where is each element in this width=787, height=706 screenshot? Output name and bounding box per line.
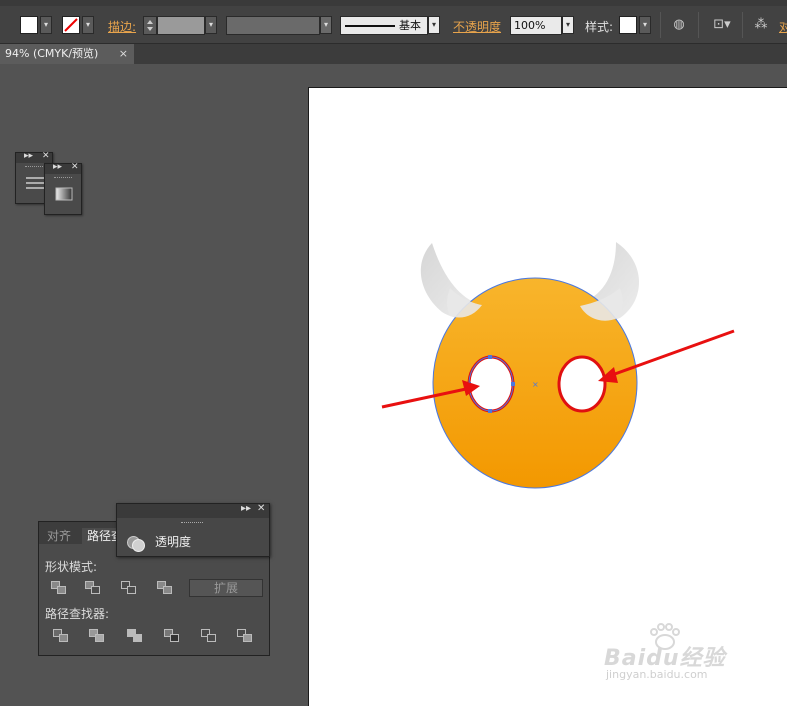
stroke-weight-spinner[interactable] (143, 16, 157, 35)
unite-button[interactable] (51, 581, 67, 595)
stroke-swatch[interactable] (62, 16, 80, 34)
collapsed-panel-gradient[interactable]: ▸▸ ✕ (44, 162, 82, 215)
recolor-artwork-icon[interactable]: ◍ (670, 16, 688, 34)
shape-modes-label: 形状模式: (45, 560, 98, 574)
variable-width-field[interactable] (226, 16, 320, 35)
tab-align[interactable]: 对齐 (42, 528, 76, 544)
brush-value: 基本 (399, 19, 421, 32)
separator (742, 12, 743, 38)
transparency-panel: ▸▸ ✕ 透明度 (116, 503, 270, 557)
expand-panel-icon[interactable]: ▸▸ (241, 503, 251, 514)
minus-back-button[interactable] (237, 629, 253, 643)
panel-header: ▸▸ ✕ (16, 151, 52, 163)
stroke-weight-dropdown-icon[interactable]: ▾ (205, 16, 217, 34)
exclude-button[interactable] (157, 581, 173, 595)
brush-dropdown-icon[interactable]: ▾ (428, 16, 440, 34)
artboard[interactable] (308, 87, 787, 706)
stroke-label[interactable]: 描边: (108, 18, 136, 35)
separator (698, 12, 699, 38)
grip-icon[interactable] (181, 522, 203, 524)
transparency-icon (127, 535, 145, 552)
menu-strip (0, 0, 787, 6)
close-tab-icon[interactable]: × (119, 44, 128, 64)
align-label-cut[interactable]: 对 (779, 18, 787, 35)
panel-header: ▸▸ ✕ (117, 503, 269, 518)
opacity-label[interactable]: 不透明度 (453, 18, 501, 35)
grip-icon[interactable] (25, 166, 43, 168)
intersect-button[interactable] (121, 581, 137, 595)
document-tab-bar: 94% (CMYK/预览) × (0, 44, 787, 64)
watermark-url: jingyan.baidu.com (606, 668, 708, 681)
brush-field[interactable]: 基本 (340, 16, 428, 35)
divide-button[interactable] (53, 629, 69, 643)
document-tab[interactable]: 94% (CMYK/预览) × (0, 44, 134, 64)
stroke-weight-field[interactable] (157, 16, 205, 35)
align-grid-icon[interactable]: ⁂ (752, 16, 770, 34)
close-panel-icon[interactable]: ✕ (42, 151, 50, 161)
pathfinders-label: 路径查找器: (45, 607, 110, 621)
graphic-style-dropdown-icon[interactable]: ▾ (639, 16, 651, 34)
stroke-dropdown-icon[interactable]: ▾ (82, 16, 94, 34)
expand-button[interactable]: 扩展 (189, 579, 263, 597)
fill-dropdown-icon[interactable]: ▾ (40, 16, 52, 34)
transparency-panel-button[interactable]: 透明度 (127, 532, 191, 552)
graphic-style-swatch[interactable] (619, 16, 637, 34)
fill-swatch[interactable] (20, 16, 38, 34)
opacity-field[interactable]: 100% (510, 16, 562, 35)
minus-front-button[interactable] (85, 581, 101, 595)
transparency-label: 透明度 (155, 535, 192, 549)
grip-icon[interactable] (54, 177, 72, 179)
document-tab-title: 94% (CMYK/预览) (5, 47, 99, 60)
crop-button[interactable] (164, 629, 180, 643)
no-stroke-icon (64, 18, 78, 32)
trim-button[interactable] (89, 629, 105, 643)
style-label: 样式: (585, 20, 614, 34)
opacity-dropdown-icon[interactable]: ▾ (562, 16, 574, 34)
separator (660, 12, 661, 38)
expand-panel-icon[interactable]: ▸▸ (53, 162, 62, 172)
stroke-lines-icon[interactable] (25, 176, 45, 190)
variable-width-dropdown-icon[interactable]: ▾ (320, 16, 332, 34)
close-panel-icon[interactable]: ✕ (257, 503, 265, 514)
transform-options-icon[interactable]: ⊡▾ (708, 16, 736, 34)
merge-button[interactable] (127, 629, 143, 643)
panel-header: ▸▸ ✕ (45, 162, 81, 174)
gradient-icon[interactable] (55, 187, 73, 201)
brush-stroke-icon (345, 25, 395, 27)
control-bar: ▾ ▾ 描边: ▾ ▾ 基本 ▾ 不透明度 100% ▾ 样式: ▾ ◍ ⊡▾ … (0, 0, 787, 44)
close-panel-icon[interactable]: ✕ (71, 162, 79, 172)
outline-button[interactable] (201, 629, 217, 643)
expand-panel-icon[interactable]: ▸▸ (24, 151, 33, 161)
